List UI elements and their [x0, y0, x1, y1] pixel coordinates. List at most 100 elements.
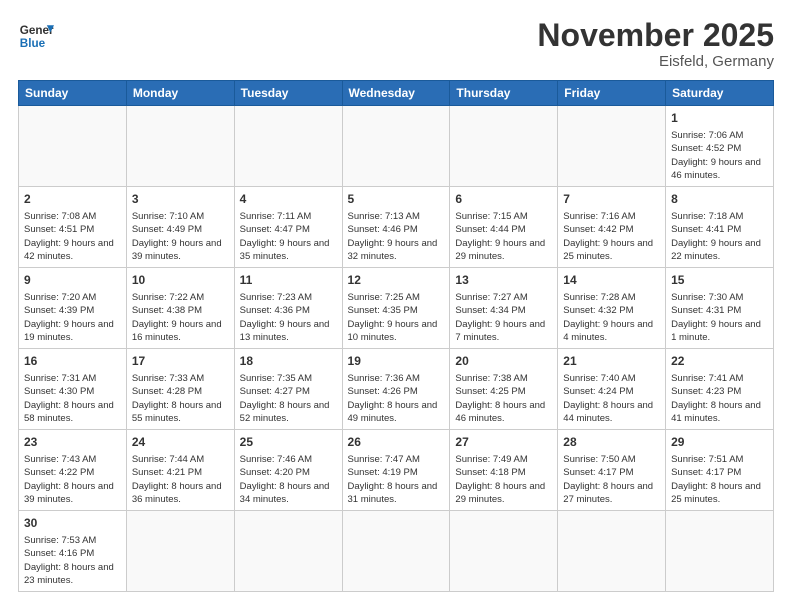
day-number: 8: [671, 191, 768, 208]
calendar-cell: 20 Sunrise: 7:38 AM Sunset: 4:25 PM Dayli…: [450, 349, 558, 430]
calendar-cell: 4Sunrise: 7:11 AM Sunset: 4:47 PM Daylig…: [234, 187, 342, 268]
day-info: Sunrise: 7:41 AM Sunset: 4:23 PM Dayligh…: [671, 372, 768, 425]
day-number: 21: [563, 353, 660, 370]
header: General Blue November 2025 Eisfeld, Germ…: [18, 18, 774, 70]
day-number: 29: [671, 434, 768, 451]
day-info: Sunrise: 7:44 AM Sunset: 4:21 PM Dayligh…: [132, 453, 229, 506]
day-info: Sunrise: 7:27 AM Sunset: 4:34 PM Dayligh…: [455, 291, 552, 344]
day-info: Sunrise: 7:36 AM Sunset: 4:26 PM Dayligh…: [348, 372, 445, 425]
calendar-cell: 11 Sunrise: 7:23 AM Sunset: 4:36 PM Dayli…: [234, 268, 342, 349]
calendar-cell: [558, 106, 666, 187]
day-info: Sunrise: 7:16 AM Sunset: 4:42 PM Dayligh…: [563, 210, 660, 263]
day-number: 9: [24, 272, 121, 289]
day-number: 3: [132, 191, 229, 208]
day-info: Sunrise: 7:10 AM Sunset: 4:49 PM Dayligh…: [132, 210, 229, 263]
day-number: 18: [240, 353, 337, 370]
day-number: 10: [132, 272, 229, 289]
day-number: 14: [563, 272, 660, 289]
header-saturday: Saturday: [666, 81, 774, 106]
generalblue-logo-icon: General Blue: [18, 18, 54, 54]
calendar-cell: [19, 106, 127, 187]
day-number: 27: [455, 434, 552, 451]
day-info: Sunrise: 7:53 AM Sunset: 4:16 PM Dayligh…: [24, 534, 121, 587]
calendar-cell: 2 Sunrise: 7:08 AM Sunset: 4:51 PM Daylig…: [19, 187, 127, 268]
header-monday: Monday: [126, 81, 234, 106]
calendar-cell: 1 Sunrise: 7:06 AM Sunset: 4:52 PM Daylig…: [666, 106, 774, 187]
calendar-cell: [558, 511, 666, 592]
day-info: Sunrise: 7:38 AM Sunset: 4:25 PM Dayligh…: [455, 372, 552, 425]
header-sunday: Sunday: [19, 81, 127, 106]
day-info: Sunrise: 7:43 AM Sunset: 4:22 PM Dayligh…: [24, 453, 121, 506]
calendar-cell: 5 Sunrise: 7:13 AM Sunset: 4:46 PM Daylig…: [342, 187, 450, 268]
day-info: Sunrise: 7:22 AM Sunset: 4:38 PM Dayligh…: [132, 291, 229, 344]
day-info: Sunrise: 7:35 AM Sunset: 4:27 PM Dayligh…: [240, 372, 337, 425]
day-number: 5: [348, 191, 445, 208]
calendar-cell: [666, 511, 774, 592]
day-info: Sunrise: 7:46 AM Sunset: 4:20 PM Dayligh…: [240, 453, 337, 506]
svg-text:Blue: Blue: [20, 37, 46, 50]
day-number: 15: [671, 272, 768, 289]
calendar-cell: [234, 511, 342, 592]
calendar-cell: 8 Sunrise: 7:18 AM Sunset: 4:41 PM Daylig…: [666, 187, 774, 268]
day-number: 7: [563, 191, 660, 208]
day-number: 19: [348, 353, 445, 370]
day-number: 30: [24, 515, 121, 532]
day-number: 22: [671, 353, 768, 370]
weekday-header-row: Sunday Monday Tuesday Wednesday Thursday…: [19, 81, 774, 106]
day-info: Sunrise: 7:40 AM Sunset: 4:24 PM Dayligh…: [563, 372, 660, 425]
day-info: Sunrise: 7:13 AM Sunset: 4:46 PM Dayligh…: [348, 210, 445, 263]
calendar-title: November 2025: [537, 18, 774, 53]
day-number: 28: [563, 434, 660, 451]
page: General Blue November 2025 Eisfeld, Germ…: [0, 0, 792, 612]
day-info: Sunrise: 7:47 AM Sunset: 4:19 PM Dayligh…: [348, 453, 445, 506]
logo: General Blue: [18, 18, 54, 54]
day-info: Sunrise: 7:31 AM Sunset: 4:30 PM Dayligh…: [24, 372, 121, 425]
calendar-cell: 9 Sunrise: 7:20 AM Sunset: 4:39 PM Daylig…: [19, 268, 127, 349]
calendar-cell: 14Sunrise: 7:28 AM Sunset: 4:32 PM Dayli…: [558, 268, 666, 349]
day-info: Sunrise: 7:20 AM Sunset: 4:39 PM Dayligh…: [24, 291, 121, 344]
calendar-cell: 3 Sunrise: 7:10 AM Sunset: 4:49 PM Daylig…: [126, 187, 234, 268]
day-info: Sunrise: 7:51 AM Sunset: 4:17 PM Dayligh…: [671, 453, 768, 506]
calendar-cell: 18 Sunrise: 7:35 AM Sunset: 4:27 PM Dayli…: [234, 349, 342, 430]
calendar-cell: [450, 106, 558, 187]
calendar-cell: 25 Sunrise: 7:46 AM Sunset: 4:20 PM Dayli…: [234, 430, 342, 511]
day-info: Sunrise: 7:18 AM Sunset: 4:41 PM Dayligh…: [671, 210, 768, 263]
day-number: 17: [132, 353, 229, 370]
calendar-subtitle: Eisfeld, Germany: [537, 53, 774, 70]
day-number: 25: [240, 434, 337, 451]
day-info: Sunrise: 7:33 AM Sunset: 4:28 PM Dayligh…: [132, 372, 229, 425]
calendar-cell: 17 Sunrise: 7:33 AM Sunset: 4:28 PM Dayli…: [126, 349, 234, 430]
calendar-cell: 30 Sunrise: 7:53 AM Sunset: 4:16 PM Dayli…: [19, 511, 127, 592]
calendar-cell: [234, 106, 342, 187]
calendar-cell: 23 Sunrise: 7:43 AM Sunset: 4:22 PM Dayli…: [19, 430, 127, 511]
calendar-cell: 12Sunrise: 7:25 AM Sunset: 4:35 PM Dayli…: [342, 268, 450, 349]
day-number: 1: [671, 110, 768, 127]
day-info: Sunrise: 7:25 AM Sunset: 4:35 PM Dayligh…: [348, 291, 445, 344]
calendar-table: Sunday Monday Tuesday Wednesday Thursday…: [18, 80, 774, 592]
day-number: 20: [455, 353, 552, 370]
calendar-cell: 22 Sunrise: 7:41 AM Sunset: 4:23 PM Dayli…: [666, 349, 774, 430]
day-info: Sunrise: 7:50 AM Sunset: 4:17 PM Dayligh…: [563, 453, 660, 506]
calendar-cell: 13 Sunrise: 7:27 AM Sunset: 4:34 PM Dayli…: [450, 268, 558, 349]
day-number: 26: [348, 434, 445, 451]
calendar-cell: 21 Sunrise: 7:40 AM Sunset: 4:24 PM Dayli…: [558, 349, 666, 430]
day-number: 11: [240, 272, 337, 289]
calendar-cell: 24 Sunrise: 7:44 AM Sunset: 4:21 PM Dayli…: [126, 430, 234, 511]
day-info: Sunrise: 7:08 AM Sunset: 4:51 PM Dayligh…: [24, 210, 121, 263]
calendar-cell: 29 Sunrise: 7:51 AM Sunset: 4:17 PM Dayli…: [666, 430, 774, 511]
day-number: 24: [132, 434, 229, 451]
day-info: Sunrise: 7:30 AM Sunset: 4:31 PM Dayligh…: [671, 291, 768, 344]
calendar-cell: [126, 511, 234, 592]
day-number: 23: [24, 434, 121, 451]
day-number: 6: [455, 191, 552, 208]
calendar-cell: 6Sunrise: 7:15 AM Sunset: 4:44 PM Daylig…: [450, 187, 558, 268]
calendar-cell: [342, 511, 450, 592]
day-number: 16: [24, 353, 121, 370]
day-info: Sunrise: 7:06 AM Sunset: 4:52 PM Dayligh…: [671, 129, 768, 182]
header-friday: Friday: [558, 81, 666, 106]
day-number: 2: [24, 191, 121, 208]
title-block: November 2025 Eisfeld, Germany: [537, 18, 774, 70]
day-number: 13: [455, 272, 552, 289]
calendar-cell: [342, 106, 450, 187]
day-info: Sunrise: 7:23 AM Sunset: 4:36 PM Dayligh…: [240, 291, 337, 344]
